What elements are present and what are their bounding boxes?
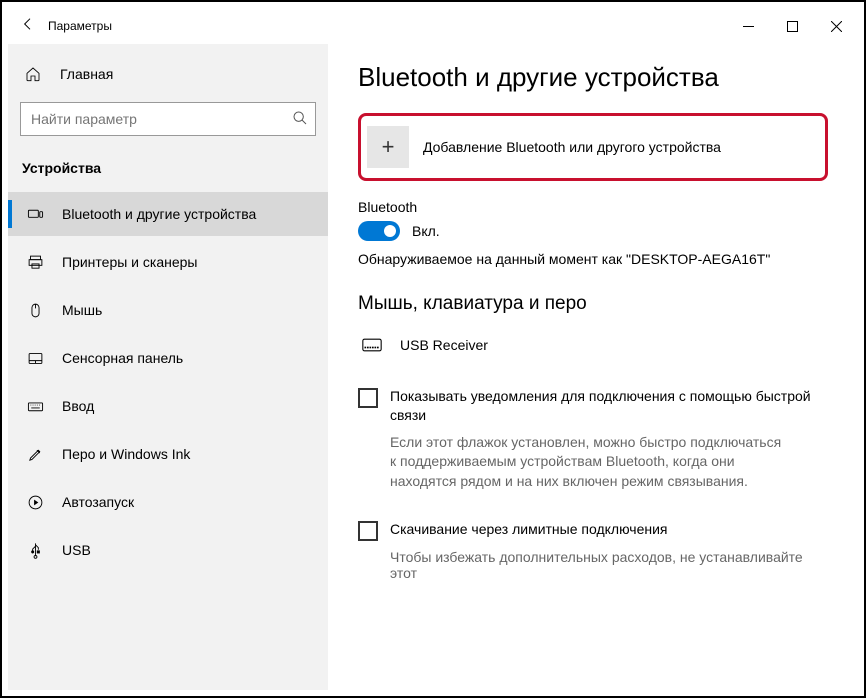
checkbox-label: Скачивание через лимитные подключения	[390, 520, 667, 539]
bluetooth-toggle[interactable]	[358, 221, 400, 241]
mouse-icon	[24, 302, 46, 319]
nav-touchpad[interactable]: Сенсорная панель	[8, 336, 328, 380]
swift-pair-checkbox-row[interactable]: Показывать уведомления для подключения с…	[358, 387, 828, 425]
add-device-label: Добавление Bluetooth или другого устройс…	[423, 139, 721, 155]
metered-checkbox-row[interactable]: Скачивание через лимитные подключения	[358, 520, 828, 541]
nav-mouse[interactable]: Мышь	[8, 288, 328, 332]
devices-icon	[24, 206, 46, 223]
window-title: Параметры	[48, 19, 112, 33]
nav-usb[interactable]: USB	[8, 528, 328, 572]
checkbox[interactable]	[358, 521, 378, 541]
home-label: Главная	[60, 66, 113, 82]
device-item[interactable]: USB Receiver	[358, 327, 828, 363]
page-title: Bluetooth и другие устройства	[358, 62, 828, 93]
checkbox-description: Если этот флажок установлен, можно быстр…	[390, 433, 790, 492]
nav-label: Ввод	[62, 398, 94, 414]
nav-printers[interactable]: Принтеры и сканеры	[8, 240, 328, 284]
nav-label: Автозапуск	[62, 494, 134, 510]
nav-label: Мышь	[62, 302, 102, 318]
plus-icon: +	[367, 126, 409, 168]
category-header: Устройства	[8, 152, 328, 192]
toggle-state-label: Вкл.	[412, 223, 440, 239]
checkbox[interactable]	[358, 388, 378, 408]
checkbox-label: Показывать уведомления для подключения с…	[390, 387, 828, 425]
search-input[interactable]	[20, 102, 316, 136]
search-icon	[292, 110, 308, 131]
nav-label: USB	[62, 542, 91, 558]
autoplay-icon	[24, 494, 46, 511]
home-icon	[22, 66, 44, 82]
printer-icon	[24, 254, 46, 271]
add-device-button[interactable]: + Добавление Bluetooth или другого устро…	[367, 122, 819, 172]
section-heading: Мышь, клавиатура и перо	[358, 293, 828, 315]
nav-pen[interactable]: Перо и Windows Ink	[8, 432, 328, 476]
nav-typing[interactable]: Ввод	[8, 384, 328, 428]
bluetooth-label: Bluetooth	[358, 199, 828, 215]
checkbox-description: Чтобы избежать дополнительных расходов, …	[390, 549, 828, 581]
maximize-button[interactable]	[770, 11, 814, 41]
device-name: USB Receiver	[400, 337, 488, 353]
nav-label: Bluetooth и другие устройства	[62, 206, 256, 222]
touchpad-icon	[24, 350, 46, 367]
close-button[interactable]	[814, 11, 858, 41]
usb-icon	[24, 542, 46, 559]
receiver-icon	[358, 337, 386, 353]
main-content: Bluetooth и другие устройства + Добавлен…	[328, 44, 858, 690]
nav-label: Перо и Windows Ink	[62, 446, 190, 462]
nav-label: Сенсорная панель	[62, 350, 183, 366]
sidebar: Главная Устройства Bluetooth и другие ус…	[8, 44, 328, 690]
minimize-button[interactable]	[726, 11, 770, 41]
discoverable-text: Обнаруживаемое на данный момент как "DES…	[358, 251, 828, 267]
nav-autoplay[interactable]: Автозапуск	[8, 480, 328, 524]
nav-bluetooth[interactable]: Bluetooth и другие устройства	[8, 192, 328, 236]
back-button[interactable]	[8, 16, 48, 37]
nav-label: Принтеры и сканеры	[62, 254, 197, 270]
home-nav[interactable]: Главная	[8, 54, 328, 94]
keyboard-icon	[24, 398, 46, 415]
highlight-annotation: + Добавление Bluetooth или другого устро…	[358, 113, 828, 181]
pen-icon	[24, 446, 46, 463]
